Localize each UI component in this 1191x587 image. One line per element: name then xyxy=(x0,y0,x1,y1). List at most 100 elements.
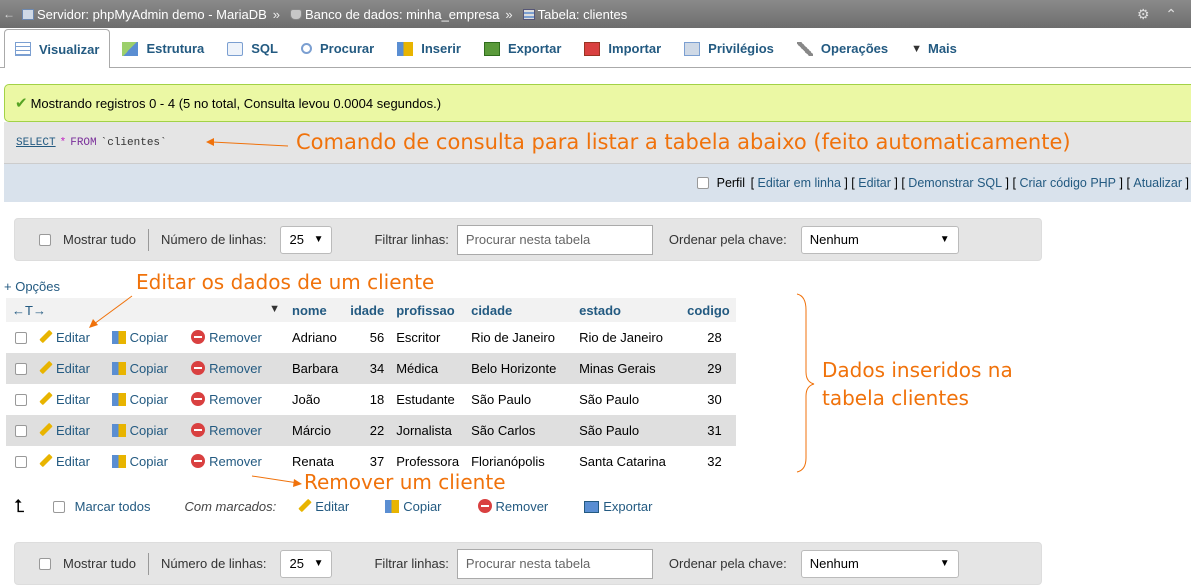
cell-nome[interactable]: Adriano xyxy=(286,322,345,353)
remove-row-button[interactable]: Remover xyxy=(188,415,286,446)
row-checkbox-cell[interactable] xyxy=(6,415,36,446)
refresh-link[interactable]: Atualizar xyxy=(1133,176,1182,190)
inline-edit-link[interactable]: Editar em linha xyxy=(758,176,841,190)
cell-profissao[interactable]: Médica xyxy=(390,353,466,384)
tab-insert[interactable]: Inserir xyxy=(386,29,472,67)
column-move-arrows[interactable]: ←T→ xyxy=(12,303,46,318)
cell-profissao[interactable]: Jornalista xyxy=(390,415,466,446)
row-checkbox-cell[interactable] xyxy=(6,384,36,415)
mark-all-checkbox[interactable] xyxy=(52,500,65,513)
tab-privileges[interactable]: Privilégios xyxy=(673,29,785,67)
options-link[interactable]: + Opções xyxy=(4,279,60,294)
cell-profissao[interactable]: Estudante xyxy=(390,384,466,415)
cell-nome[interactable]: Barbara xyxy=(286,353,345,384)
cell-codigo[interactable]: 29 xyxy=(681,353,736,384)
rows-select[interactable]: 25 ▼ xyxy=(280,225,333,254)
cell-idade[interactable]: 22 xyxy=(344,415,391,446)
cell-idade[interactable]: 18 xyxy=(344,384,391,415)
tab-browse[interactable]: Visualizar xyxy=(4,29,111,68)
cell-idade[interactable]: 34 xyxy=(344,353,391,384)
settings-collapse-icons[interactable]: ⚙ ⌃ xyxy=(1137,6,1183,23)
cell-nome[interactable]: João xyxy=(286,384,345,415)
breadcrumb-table[interactable]: Tabela: clientes xyxy=(538,7,628,22)
show-all-label: Mostrar tudo xyxy=(63,232,136,247)
row-checkbox-cell[interactable] xyxy=(6,322,36,353)
show-all-checkbox[interactable] xyxy=(39,233,51,246)
cell-cidade[interactable]: São Paulo xyxy=(465,384,574,415)
tab-operations[interactable]: Operações xyxy=(786,29,899,67)
filter-input[interactable]: Procurar nesta tabela xyxy=(456,224,653,255)
cell-cidade[interactable]: São Carlos xyxy=(465,415,574,446)
cell-cidade[interactable]: Belo Horizonte xyxy=(465,353,574,384)
cell-estado[interactable]: Minas Gerais xyxy=(573,353,682,384)
sort-menu-icon[interactable]: ▼ xyxy=(269,303,280,315)
breadcrumb-server[interactable]: Servidor: phpMyAdmin demo - MariaDB xyxy=(37,7,267,22)
cell-idade[interactable]: 56 xyxy=(344,322,391,353)
perfil-checkbox[interactable] xyxy=(696,177,709,189)
row-checkbox[interactable] xyxy=(15,425,27,437)
column-header-estado[interactable]: estado xyxy=(573,298,682,322)
column-header-cidade[interactable]: cidade xyxy=(465,298,574,322)
create-php-link[interactable]: Criar código PHP xyxy=(1019,176,1116,190)
cell-profissao[interactable]: Escritor xyxy=(390,322,466,353)
edit-row-button[interactable]: Editar xyxy=(36,322,109,353)
sort-select[interactable]: Nenhum ▼ xyxy=(800,549,959,578)
copy-row-button[interactable]: Copiar xyxy=(108,415,189,446)
row-checkbox[interactable] xyxy=(15,332,27,344)
column-header-idade[interactable]: idade xyxy=(344,298,391,322)
rows-select[interactable]: 25 ▼ xyxy=(280,549,333,578)
mark-all-label[interactable]: Marcar todos xyxy=(75,499,151,514)
copy-row-button[interactable]: Copiar xyxy=(108,384,189,415)
edit-row-button[interactable]: Editar xyxy=(36,446,109,477)
column-header-codigo[interactable]: codigo xyxy=(681,298,736,322)
remove-row-button[interactable]: Remover xyxy=(188,322,286,353)
row-checkbox[interactable] xyxy=(15,456,27,468)
edit-query-link[interactable]: Editar xyxy=(858,176,891,190)
column-header-profissao[interactable]: profissao xyxy=(390,298,466,322)
cell-estado[interactable]: São Paulo xyxy=(573,415,682,446)
row-checkbox-cell[interactable] xyxy=(6,446,36,477)
tab-sql[interactable]: SQL xyxy=(216,29,289,67)
cell-codigo[interactable]: 31 xyxy=(681,415,736,446)
edit-row-button[interactable]: Editar xyxy=(36,353,109,384)
filter-input[interactable]: Procurar nesta tabela xyxy=(456,548,653,579)
column-header-nome[interactable]: nome xyxy=(286,298,345,322)
remove-row-button[interactable]: Remover xyxy=(188,353,286,384)
tab-structure[interactable]: Estrutura xyxy=(111,29,215,67)
tab-import[interactable]: Importar xyxy=(573,29,672,67)
tab-export[interactable]: Exportar xyxy=(473,29,572,67)
pencil-icon xyxy=(39,360,53,375)
breadcrumb-database[interactable]: Banco de dados: minha_empresa xyxy=(305,7,499,22)
explain-sql-link[interactable]: Demonstrar SQL xyxy=(908,176,1002,190)
cell-codigo[interactable]: 30 xyxy=(681,384,736,415)
cell-codigo[interactable]: 32 xyxy=(681,446,736,477)
bulk-copy-button[interactable]: Copiar xyxy=(385,499,442,514)
remove-icon xyxy=(191,454,206,468)
copy-row-button[interactable]: Copiar xyxy=(108,446,189,477)
cell-estado[interactable]: Rio de Janeiro xyxy=(573,322,682,353)
tab-more[interactable]: ▼ Mais xyxy=(900,29,968,67)
bulk-remove-button[interactable]: Remover xyxy=(477,499,548,514)
cell-cidade[interactable]: Rio de Janeiro xyxy=(465,322,574,353)
breadcrumb: ← Servidor: phpMyAdmin demo - MariaDB » … xyxy=(0,0,1191,28)
show-all-checkbox[interactable] xyxy=(39,557,51,570)
cell-codigo[interactable]: 28 xyxy=(681,322,736,353)
edit-row-button[interactable]: Editar xyxy=(36,384,109,415)
back-arrow-icon[interactable]: ← xyxy=(0,7,18,21)
remove-row-button[interactable]: Remover xyxy=(188,446,286,477)
cell-estado[interactable]: São Paulo xyxy=(573,384,682,415)
edit-row-button[interactable]: Editar xyxy=(36,415,109,446)
bulk-export-button[interactable]: Exportar xyxy=(584,499,652,514)
sql-select-keyword[interactable]: SELECT xyxy=(16,137,56,149)
sort-select[interactable]: Nenhum ▼ xyxy=(800,225,959,254)
row-checkbox-cell[interactable] xyxy=(6,353,36,384)
bulk-edit-button[interactable]: Editar xyxy=(298,498,349,514)
copy-row-button[interactable]: Copiar xyxy=(108,353,189,384)
cell-estado[interactable]: Santa Catarina xyxy=(573,446,682,477)
tab-search[interactable]: Procurar xyxy=(290,29,385,67)
cell-nome[interactable]: Márcio xyxy=(286,415,345,446)
remove-row-button[interactable]: Remover xyxy=(188,384,286,415)
copy-row-button[interactable]: Copiar xyxy=(108,322,189,353)
row-checkbox[interactable] xyxy=(15,363,27,375)
row-checkbox[interactable] xyxy=(15,394,27,406)
